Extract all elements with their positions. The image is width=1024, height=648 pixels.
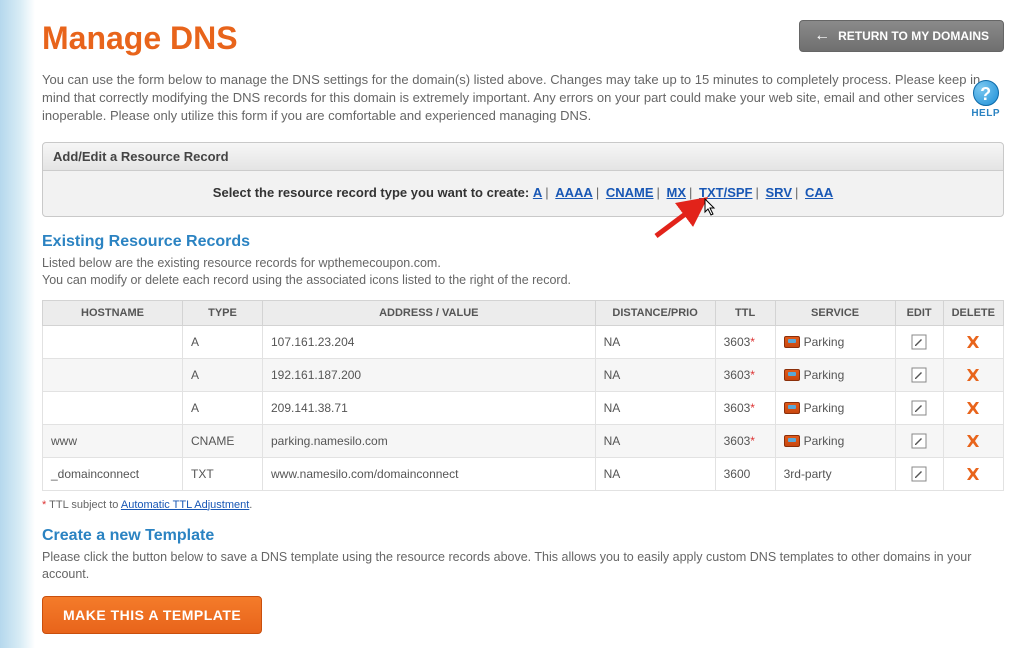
parking-icon bbox=[784, 435, 800, 447]
delete-record-button[interactable] bbox=[943, 358, 1003, 391]
record-type-prompt: Select the resource record type you want… bbox=[213, 185, 529, 200]
table-row: _domainconnectTXTwww.namesilo.com/domain… bbox=[43, 457, 1004, 490]
cell-address: 107.161.23.204 bbox=[263, 325, 596, 358]
edit-icon bbox=[904, 400, 935, 416]
page-title: Manage DNS bbox=[42, 20, 238, 57]
ttl-footnote: * TTL subject to Automatic TTL Adjustmen… bbox=[42, 499, 1004, 511]
cell-type: A bbox=[183, 325, 263, 358]
col-distance: DISTANCE/PRIO bbox=[595, 300, 715, 325]
table-row: wwwCNAMEparking.namesilo.comNA3603*Parki… bbox=[43, 424, 1004, 457]
col-edit: EDIT bbox=[895, 300, 943, 325]
edit-record-button[interactable] bbox=[895, 325, 943, 358]
cell-type: A bbox=[183, 358, 263, 391]
parking-icon bbox=[784, 402, 800, 414]
col-ttl: TTL bbox=[715, 300, 775, 325]
edit-record-button[interactable] bbox=[895, 391, 943, 424]
edit-icon bbox=[904, 466, 935, 482]
record-type-cname[interactable]: CNAME bbox=[606, 185, 654, 200]
cell-address: www.namesilo.com/domainconnect bbox=[263, 457, 596, 490]
parking-icon bbox=[784, 336, 800, 348]
col-hostname: HOSTNAME bbox=[43, 300, 183, 325]
table-row: A107.161.23.204NA3603*Parking bbox=[43, 325, 1004, 358]
cell-service: Parking bbox=[775, 358, 895, 391]
delete-icon bbox=[952, 432, 995, 450]
cell-service: Parking bbox=[775, 424, 895, 457]
create-template-title: Create a new Template bbox=[42, 527, 1004, 545]
col-type: TYPE bbox=[183, 300, 263, 325]
intro-text: You can use the form below to manage the… bbox=[42, 71, 982, 126]
cell-hostname bbox=[43, 325, 183, 358]
cell-address: 192.161.187.200 bbox=[263, 358, 596, 391]
delete-icon bbox=[952, 465, 995, 483]
record-type-txtspf[interactable]: TXT/SPF bbox=[699, 185, 752, 200]
cell-ttl: 3600 bbox=[715, 457, 775, 490]
delete-icon bbox=[952, 333, 995, 351]
delete-record-button[interactable] bbox=[943, 325, 1003, 358]
record-type-a[interactable]: A bbox=[533, 185, 542, 200]
cell-type: CNAME bbox=[183, 424, 263, 457]
cell-ttl: 3603* bbox=[715, 325, 775, 358]
col-address: ADDRESS / VALUE bbox=[263, 300, 596, 325]
cell-distance: NA bbox=[595, 424, 715, 457]
table-row: A209.141.38.71NA3603*Parking bbox=[43, 391, 1004, 424]
add-edit-panel-title: Add/Edit a Resource Record bbox=[43, 143, 1003, 171]
edit-icon bbox=[904, 433, 935, 449]
cell-service: 3rd-party bbox=[775, 457, 895, 490]
help-widget[interactable]: ? HELP bbox=[971, 80, 1000, 119]
col-delete: DELETE bbox=[943, 300, 1003, 325]
make-template-button[interactable]: MAKE THIS A TEMPLATE bbox=[42, 596, 262, 634]
record-type-selector: Select the resource record type you want… bbox=[55, 185, 991, 200]
cell-type: TXT bbox=[183, 457, 263, 490]
delete-record-button[interactable] bbox=[943, 457, 1003, 490]
cell-ttl: 3603* bbox=[715, 358, 775, 391]
return-button-label: RETURN TO MY DOMAINS bbox=[838, 29, 989, 43]
cell-distance: NA bbox=[595, 325, 715, 358]
create-template-desc: Please click the button below to save a … bbox=[42, 549, 1004, 584]
record-type-caa[interactable]: CAA bbox=[805, 185, 833, 200]
help-icon: ? bbox=[973, 80, 999, 106]
cell-hostname bbox=[43, 358, 183, 391]
cell-hostname bbox=[43, 391, 183, 424]
cell-ttl: 3603* bbox=[715, 391, 775, 424]
record-type-aaaa[interactable]: AAAA bbox=[555, 185, 593, 200]
edit-icon bbox=[904, 334, 935, 350]
cell-address: parking.namesilo.com bbox=[263, 424, 596, 457]
col-service: SERVICE bbox=[775, 300, 895, 325]
delete-record-button[interactable] bbox=[943, 424, 1003, 457]
records-table: HOSTNAME TYPE ADDRESS / VALUE DISTANCE/P… bbox=[42, 300, 1004, 491]
delete-icon bbox=[952, 399, 995, 417]
cell-hostname: _domainconnect bbox=[43, 457, 183, 490]
delete-icon bbox=[952, 366, 995, 384]
existing-records-title: Existing Resource Records bbox=[42, 233, 1004, 251]
record-type-mx[interactable]: MX bbox=[667, 185, 687, 200]
edit-record-button[interactable] bbox=[895, 358, 943, 391]
cell-address: 209.141.38.71 bbox=[263, 391, 596, 424]
auto-ttl-link[interactable]: Automatic TTL Adjustment bbox=[121, 499, 249, 511]
cell-ttl: 3603* bbox=[715, 424, 775, 457]
parking-icon bbox=[784, 369, 800, 381]
cell-distance: NA bbox=[595, 391, 715, 424]
cell-distance: NA bbox=[595, 358, 715, 391]
cell-type: A bbox=[183, 391, 263, 424]
return-to-domains-button[interactable]: ← RETURN TO MY DOMAINS bbox=[799, 20, 1004, 52]
delete-record-button[interactable] bbox=[943, 391, 1003, 424]
cell-hostname: www bbox=[43, 424, 183, 457]
edit-record-button[interactable] bbox=[895, 424, 943, 457]
edit-icon bbox=[904, 367, 935, 383]
cell-distance: NA bbox=[595, 457, 715, 490]
add-edit-record-panel: Add/Edit a Resource Record Select the re… bbox=[42, 142, 1004, 217]
existing-records-desc: Listed below are the existing resource r… bbox=[42, 255, 1004, 290]
arrow-left-icon: ← bbox=[814, 28, 830, 44]
edit-record-button[interactable] bbox=[895, 457, 943, 490]
cell-service: Parking bbox=[775, 325, 895, 358]
cell-service: Parking bbox=[775, 391, 895, 424]
help-label: HELP bbox=[971, 108, 1000, 119]
table-row: A192.161.187.200NA3603*Parking bbox=[43, 358, 1004, 391]
record-type-srv[interactable]: SRV bbox=[766, 185, 793, 200]
